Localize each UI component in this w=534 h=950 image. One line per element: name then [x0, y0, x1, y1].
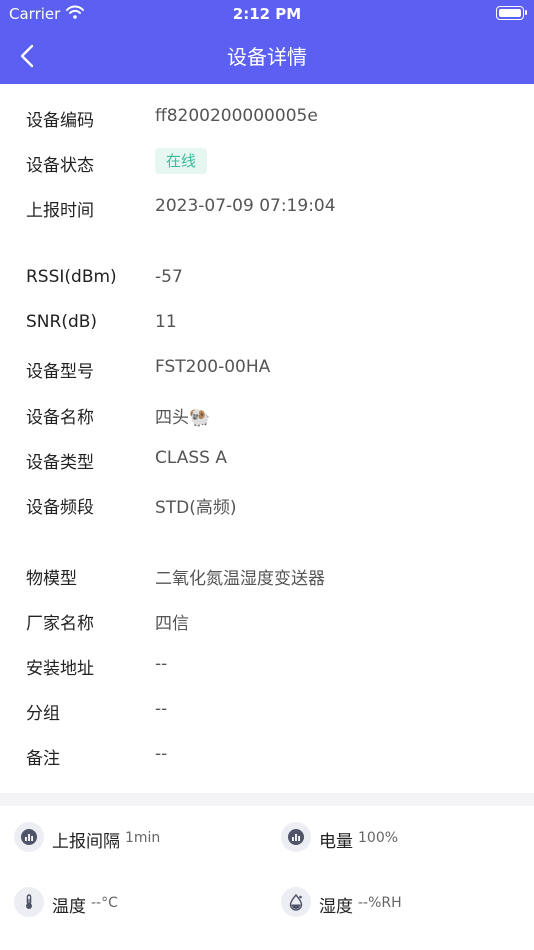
row-report-time: 上报时间 2023-07-09 07:19:04: [0, 192, 534, 222]
label-device-type: 设备类型: [26, 453, 94, 473]
page-title: 设备详情: [227, 45, 307, 69]
value-vendor: 四信: [155, 614, 189, 634]
label-group: 分组: [26, 704, 60, 724]
clock: 2:12 PM: [232, 5, 302, 23]
status-badge: 在线: [155, 148, 208, 174]
stat-value-humidity: --%RH: [358, 895, 402, 911]
row-snr: SNR(dB) 11: [0, 308, 534, 338]
row-device-code: 设备编码 ff8200200000005e: [0, 102, 534, 132]
stat-value-battery: 100%: [358, 830, 399, 846]
label-thing-model: 物模型: [26, 569, 77, 589]
bar-chart-icon: [14, 822, 44, 852]
value-device-name: 四头🐏: [155, 408, 211, 428]
bar-chart-icon: [281, 822, 311, 852]
row-group: 分组 --: [0, 695, 534, 725]
label-snr: SNR(dB): [26, 312, 98, 332]
status-bar: Carrier 2:12 PM: [0, 0, 534, 28]
value-install-address: --: [155, 654, 168, 674]
battery-icon: [496, 6, 527, 20]
section-divider: [0, 793, 534, 806]
value-device-type: CLASS A: [155, 448, 227, 468]
value-remark: --: [155, 744, 168, 764]
stat-value-report-interval: 1min: [125, 830, 161, 846]
value-device-band: STD(高频): [155, 498, 237, 518]
stat-report-interval: 上报间隔 1min: [14, 818, 254, 858]
row-device-model: 设备型号 FST200-00HA: [0, 353, 534, 383]
stat-value-temperature: --°C: [91, 895, 118, 911]
thermometer-icon: [14, 887, 44, 917]
value-snr: 11: [155, 312, 177, 332]
label-device-code: 设备编码: [26, 111, 94, 131]
row-device-type: 设备类型 CLASS A: [0, 444, 534, 474]
label-report-time: 上报时间: [26, 201, 94, 221]
stat-temperature: 温度 --°C: [14, 883, 254, 923]
stat-label-battery: 电量: [319, 832, 353, 852]
label-rssi: RSSI(dBm): [26, 267, 117, 287]
label-remark: 备注: [26, 749, 60, 769]
label-device-band: 设备频段: [26, 498, 94, 518]
row-remark: 备注 --: [0, 740, 534, 770]
value-device-code: ff8200200000005e: [155, 106, 318, 126]
row-device-status: 设备状态 在线: [0, 147, 534, 177]
stat-humidity: 湿度 --%RH: [281, 883, 521, 923]
label-device-status: 设备状态: [26, 156, 94, 176]
row-thing-model: 物模型 二氧化氮温湿度变送器: [0, 560, 534, 590]
value-report-time: 2023-07-09 07:19:04: [155, 196, 336, 216]
value-thing-model: 二氧化氮温湿度变送器: [155, 569, 325, 589]
water-drop-icon: [281, 887, 311, 917]
label-vendor: 厂家名称: [26, 614, 94, 634]
stat-battery: 电量 100%: [281, 818, 521, 858]
row-rssi: RSSI(dBm) -57: [0, 263, 534, 293]
stat-label-report-interval: 上报间隔: [52, 832, 120, 852]
nav-bar: 设备详情: [0, 28, 534, 84]
stat-label-humidity: 湿度: [319, 897, 353, 917]
value-rssi: -57: [155, 267, 183, 287]
value-group: --: [155, 699, 168, 719]
label-device-model: 设备型号: [26, 362, 94, 382]
row-install-address: 安装地址 --: [0, 650, 534, 680]
stat-label-temperature: 温度: [52, 897, 86, 917]
label-install-address: 安装地址: [26, 659, 94, 679]
row-device-band: 设备频段 STD(高频): [0, 489, 534, 519]
value-device-model: FST200-00HA: [155, 357, 271, 377]
row-device-name: 设备名称 四头🐏: [0, 399, 534, 429]
label-device-name: 设备名称: [26, 408, 94, 428]
row-vendor: 厂家名称 四信: [0, 605, 534, 635]
